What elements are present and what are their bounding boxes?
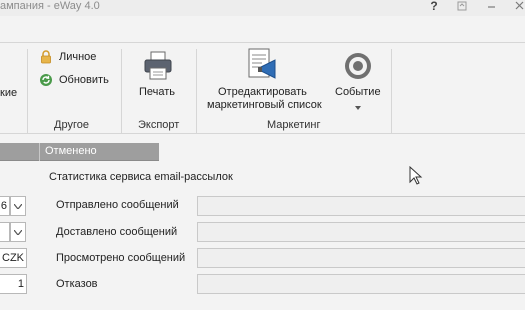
print-button-icon[interactable] <box>142 51 174 81</box>
mouse-cursor-icon <box>409 165 423 189</box>
group-export-label: Экспорт <box>138 119 180 131</box>
printer-icon <box>144 51 172 80</box>
ribbon-separator <box>196 49 197 133</box>
refresh-icon <box>40 74 52 86</box>
marketing-list-icon <box>248 48 276 79</box>
event-button-label[interactable]: Событие <box>335 86 381 98</box>
viewed-field <box>197 248 525 268</box>
chevron-down-icon <box>14 229 22 235</box>
viewed-label: Просмотрено сообщений <box>56 252 186 264</box>
ribbon-separator <box>27 49 28 133</box>
currency-field[interactable]: CZK <box>0 248 27 268</box>
lichnoe-label: Личное <box>59 51 97 63</box>
rejected-field <box>197 274 525 294</box>
help-button[interactable]: ? <box>427 0 441 13</box>
group-other-label: Другое <box>54 119 89 131</box>
lock-icon <box>41 50 51 64</box>
edit-list-label-line2[interactable]: маркетинговый список <box>207 99 322 111</box>
restore-icon[interactable] <box>455 0 469 12</box>
left-number-field[interactable]: 1 <box>0 274 27 294</box>
grid-column-separator[interactable] <box>39 143 40 161</box>
ribbon-partial-button-label[interactable]: кие <box>0 87 17 99</box>
left-dropdown-2[interactable] <box>10 222 26 242</box>
left-number-value: 1 <box>17 278 24 290</box>
left-field-1[interactable]: 6 <box>0 196 10 216</box>
delivered-label: Доставлено сообщений <box>56 226 178 238</box>
edit-list-button-icon[interactable] <box>247 47 281 81</box>
left-field-1-value: 6 <box>0 200 7 212</box>
left-field-2[interactable] <box>0 222 10 242</box>
target-icon <box>345 53 371 79</box>
delivered-field <box>197 222 525 242</box>
close-icon[interactable] <box>512 0 525 12</box>
window-title: ампания - eWay 4.0 <box>0 0 100 12</box>
ribbon: кие Личное Обновить Другое Печать Экспор… <box>0 42 525 134</box>
obnovit-label: Обновить <box>59 74 109 86</box>
chevron-down-icon <box>14 203 22 209</box>
obnovit-button[interactable]: Обновить <box>39 71 109 89</box>
edit-list-label-line1[interactable]: Отредактировать <box>218 86 307 98</box>
ribbon-separator <box>121 49 122 133</box>
ribbon-separator <box>391 49 392 133</box>
lichnoe-button[interactable]: Личное <box>39 48 96 66</box>
left-dropdown-1[interactable] <box>10 196 26 216</box>
sent-label: Отправлено сообщений <box>56 199 179 211</box>
minimize-icon[interactable] <box>485 0 499 12</box>
currency-value: CZK <box>2 252 24 264</box>
sent-field <box>197 196 525 216</box>
chevron-down-icon[interactable] <box>355 101 361 113</box>
stats-section-title: Статистика сервиса email-рассылок <box>49 171 233 183</box>
rejected-label: Отказов <box>56 278 98 290</box>
grid-column-otmeneno[interactable]: Отменено <box>45 145 97 157</box>
print-button-label[interactable]: Печать <box>139 86 175 98</box>
group-marketing-label: Маркетинг <box>267 119 321 131</box>
event-button-icon[interactable] <box>343 51 373 81</box>
